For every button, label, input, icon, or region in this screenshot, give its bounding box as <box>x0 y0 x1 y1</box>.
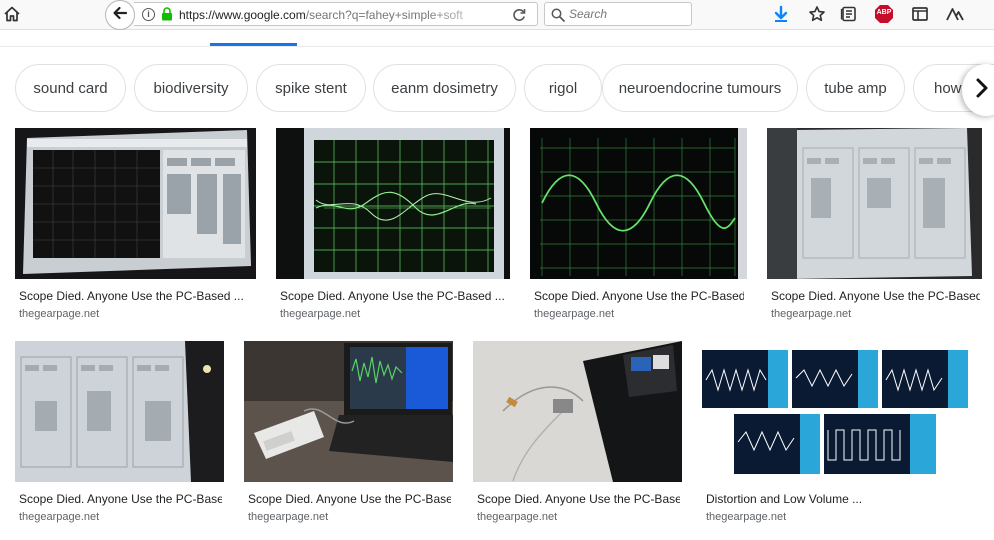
image-result[interactable]: Scope Died. Anyone Use the PC-Based ... … <box>530 128 747 324</box>
related-search-chips: sound card biodiversity spike stent eanm… <box>15 64 994 112</box>
search-bar[interactable] <box>544 2 692 26</box>
chip-label: rigol <box>548 79 578 97</box>
result-site[interactable]: thegearpage.net <box>771 308 851 320</box>
result-thumbnail[interactable] <box>15 341 224 482</box>
chip-rigol[interactable]: rigol <box>524 64 602 112</box>
image-result[interactable]: Scope Died. Anyone Use the PC-Based ... … <box>276 128 510 324</box>
result-title[interactable]: Scope Died. Anyone Use the PC-Based ... <box>534 289 744 303</box>
home-icon[interactable] <box>2 4 22 24</box>
lock-icon[interactable] <box>161 7 173 21</box>
result-site[interactable]: thegearpage.net <box>248 511 328 523</box>
result-site[interactable]: thegearpage.net <box>280 308 360 320</box>
result-title[interactable]: Scope Died. Anyone Use the PC-Based ... <box>477 492 680 506</box>
reader-icon[interactable] <box>839 4 859 24</box>
search-tabs-strip <box>0 31 994 47</box>
result-thumbnail[interactable] <box>767 128 982 279</box>
bookmark-star-icon[interactable] <box>807 4 827 24</box>
url-domain: https://www.google.com <box>179 8 306 22</box>
download-icon[interactable] <box>771 4 791 24</box>
result-title[interactable]: Scope Died. Anyone Use the PC-Based ... <box>280 289 506 303</box>
abp-icon[interactable]: ABP <box>874 4 894 24</box>
sidebar-icon[interactable] <box>910 4 930 24</box>
result-site[interactable]: thegearpage.net <box>19 308 99 320</box>
chip-label: sound card <box>33 79 108 97</box>
image-result[interactable]: Scope Died. Anyone Use the PC-Based ... … <box>767 128 982 324</box>
active-tab-indicator <box>210 43 297 46</box>
chip-label: tube amp <box>824 79 887 97</box>
chip-label: spike stent <box>275 79 347 97</box>
result-title[interactable]: Scope Died. Anyone Use the PC-Based ... <box>248 492 451 506</box>
result-thumbnail[interactable] <box>702 350 968 474</box>
result-site[interactable]: thegearpage.net <box>534 308 614 320</box>
chip-sound-card[interactable]: sound card <box>15 64 126 112</box>
chevron-right-icon <box>974 77 990 104</box>
image-result[interactable]: Scope Died. Anyone Use the PC-Based ... … <box>473 341 682 531</box>
image-result[interactable]: Scope Died. Anyone Use the PC-Based ... … <box>15 128 256 324</box>
extension-icon[interactable] <box>945 4 965 24</box>
info-icon[interactable]: i <box>142 8 155 21</box>
result-thumbnail[interactable] <box>530 128 747 279</box>
url-bar[interactable]: i https://www.google.com/search?q=fahey+… <box>134 2 538 26</box>
browser-toolbar: i https://www.google.com/search?q=fahey+… <box>0 0 994 30</box>
chip-biodiversity[interactable]: biodiversity <box>134 64 248 112</box>
chip-spike-stent[interactable]: spike stent <box>256 64 366 112</box>
back-button[interactable] <box>105 0 135 30</box>
image-result[interactable]: Scope Died. Anyone Use the PC-Based ... … <box>244 341 453 531</box>
result-thumbnail[interactable] <box>244 341 453 482</box>
search-icon <box>551 8 565 22</box>
result-title[interactable]: Scope Died. Anyone Use the PC-Based ... <box>19 492 222 506</box>
result-thumbnail[interactable] <box>276 128 510 279</box>
chip-eanm-dosimetry[interactable]: eanm dosimetry <box>373 64 516 112</box>
chip-neuroendocrine-tumours[interactable]: neuroendocrine tumours <box>602 64 798 112</box>
result-site[interactable]: thegearpage.net <box>477 511 557 523</box>
chip-label: biodiversity <box>153 79 229 97</box>
result-thumbnail[interactable] <box>473 341 682 482</box>
result-site[interactable]: thegearpage.net <box>706 511 786 523</box>
chip-label: eanm dosimetry <box>391 79 498 97</box>
back-arrow-icon <box>111 4 129 27</box>
chip-label: neuroendocrine tumours <box>618 79 782 97</box>
result-title[interactable]: Scope Died. Anyone Use the PC-Based ... <box>771 289 980 303</box>
result-title[interactable]: Distortion and Low Volume ... <box>706 492 968 506</box>
result-title[interactable]: Scope Died. Anyone Use the PC-Based ... <box>19 289 251 303</box>
abp-label: ABP <box>876 9 892 16</box>
reload-icon[interactable] <box>511 7 527 23</box>
chip-tube-amp[interactable]: tube amp <box>806 64 905 112</box>
search-input[interactable] <box>569 6 687 22</box>
result-thumbnail[interactable] <box>15 128 256 279</box>
url-fade <box>424 5 504 23</box>
image-result[interactable]: Scope Died. Anyone Use the PC-Based ... … <box>15 341 224 531</box>
image-result[interactable]: Distortion and Low Volume ... thegearpag… <box>702 341 968 531</box>
result-site[interactable]: thegearpage.net <box>19 511 99 523</box>
